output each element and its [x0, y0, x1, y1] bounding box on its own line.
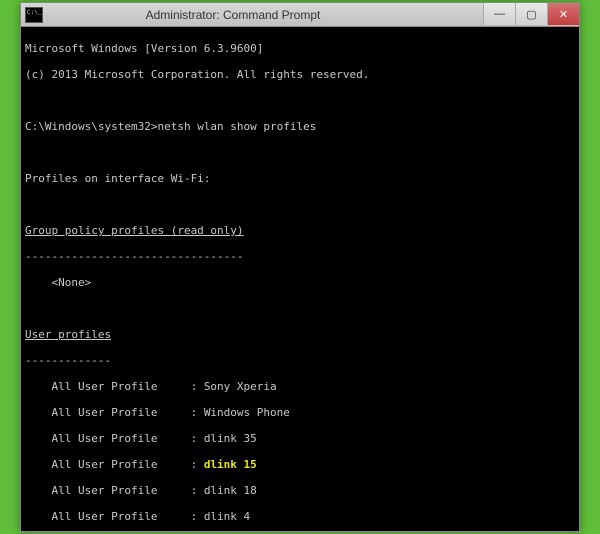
- minimize-button[interactable]: —: [483, 3, 515, 25]
- divider: ---------------------------------: [25, 250, 575, 263]
- window-title: Administrator: Command Prompt: [0, 8, 483, 22]
- terminal-output[interactable]: Microsoft Windows [Version 6.3.9600] (c)…: [21, 27, 579, 531]
- titlebar[interactable]: Administrator: Command Prompt — ▢ ✕: [21, 3, 579, 27]
- blank: [25, 146, 575, 159]
- divider: -------------: [25, 354, 575, 367]
- close-button[interactable]: ✕: [547, 3, 579, 25]
- interface-header: Profiles on interface Wi-Fi:: [25, 172, 575, 185]
- command-prompt-window: Administrator: Command Prompt — ▢ ✕ Micr…: [20, 2, 580, 532]
- blank: [25, 94, 575, 107]
- profile-row: All User Profile : dlink 35: [25, 432, 575, 445]
- profile-row: All User Profile : dlink 18: [25, 484, 575, 497]
- profile-row: All User Profile : Sony Xperia: [25, 380, 575, 393]
- profile-row-highlighted: All User Profile : dlink 15: [25, 458, 575, 471]
- window-controls: — ▢ ✕: [483, 3, 579, 26]
- blank: [25, 302, 575, 315]
- none-entry: <None>: [25, 276, 575, 289]
- maximize-button[interactable]: ▢: [515, 3, 547, 25]
- prompt-line: C:\Windows\system32>netsh wlan show prof…: [25, 120, 575, 133]
- header-line: Microsoft Windows [Version 6.3.9600]: [25, 42, 575, 55]
- profile-row: All User Profile : Windows Phone: [25, 406, 575, 419]
- header-line: (c) 2013 Microsoft Corporation. All righ…: [25, 68, 575, 81]
- user-profiles-header: User profiles: [25, 328, 575, 341]
- cmd-icon: [25, 7, 43, 23]
- group-policy-header: Group policy profiles (read only): [25, 224, 575, 237]
- blank: [25, 198, 575, 211]
- profile-row: All User Profile : dlink 4: [25, 510, 575, 523]
